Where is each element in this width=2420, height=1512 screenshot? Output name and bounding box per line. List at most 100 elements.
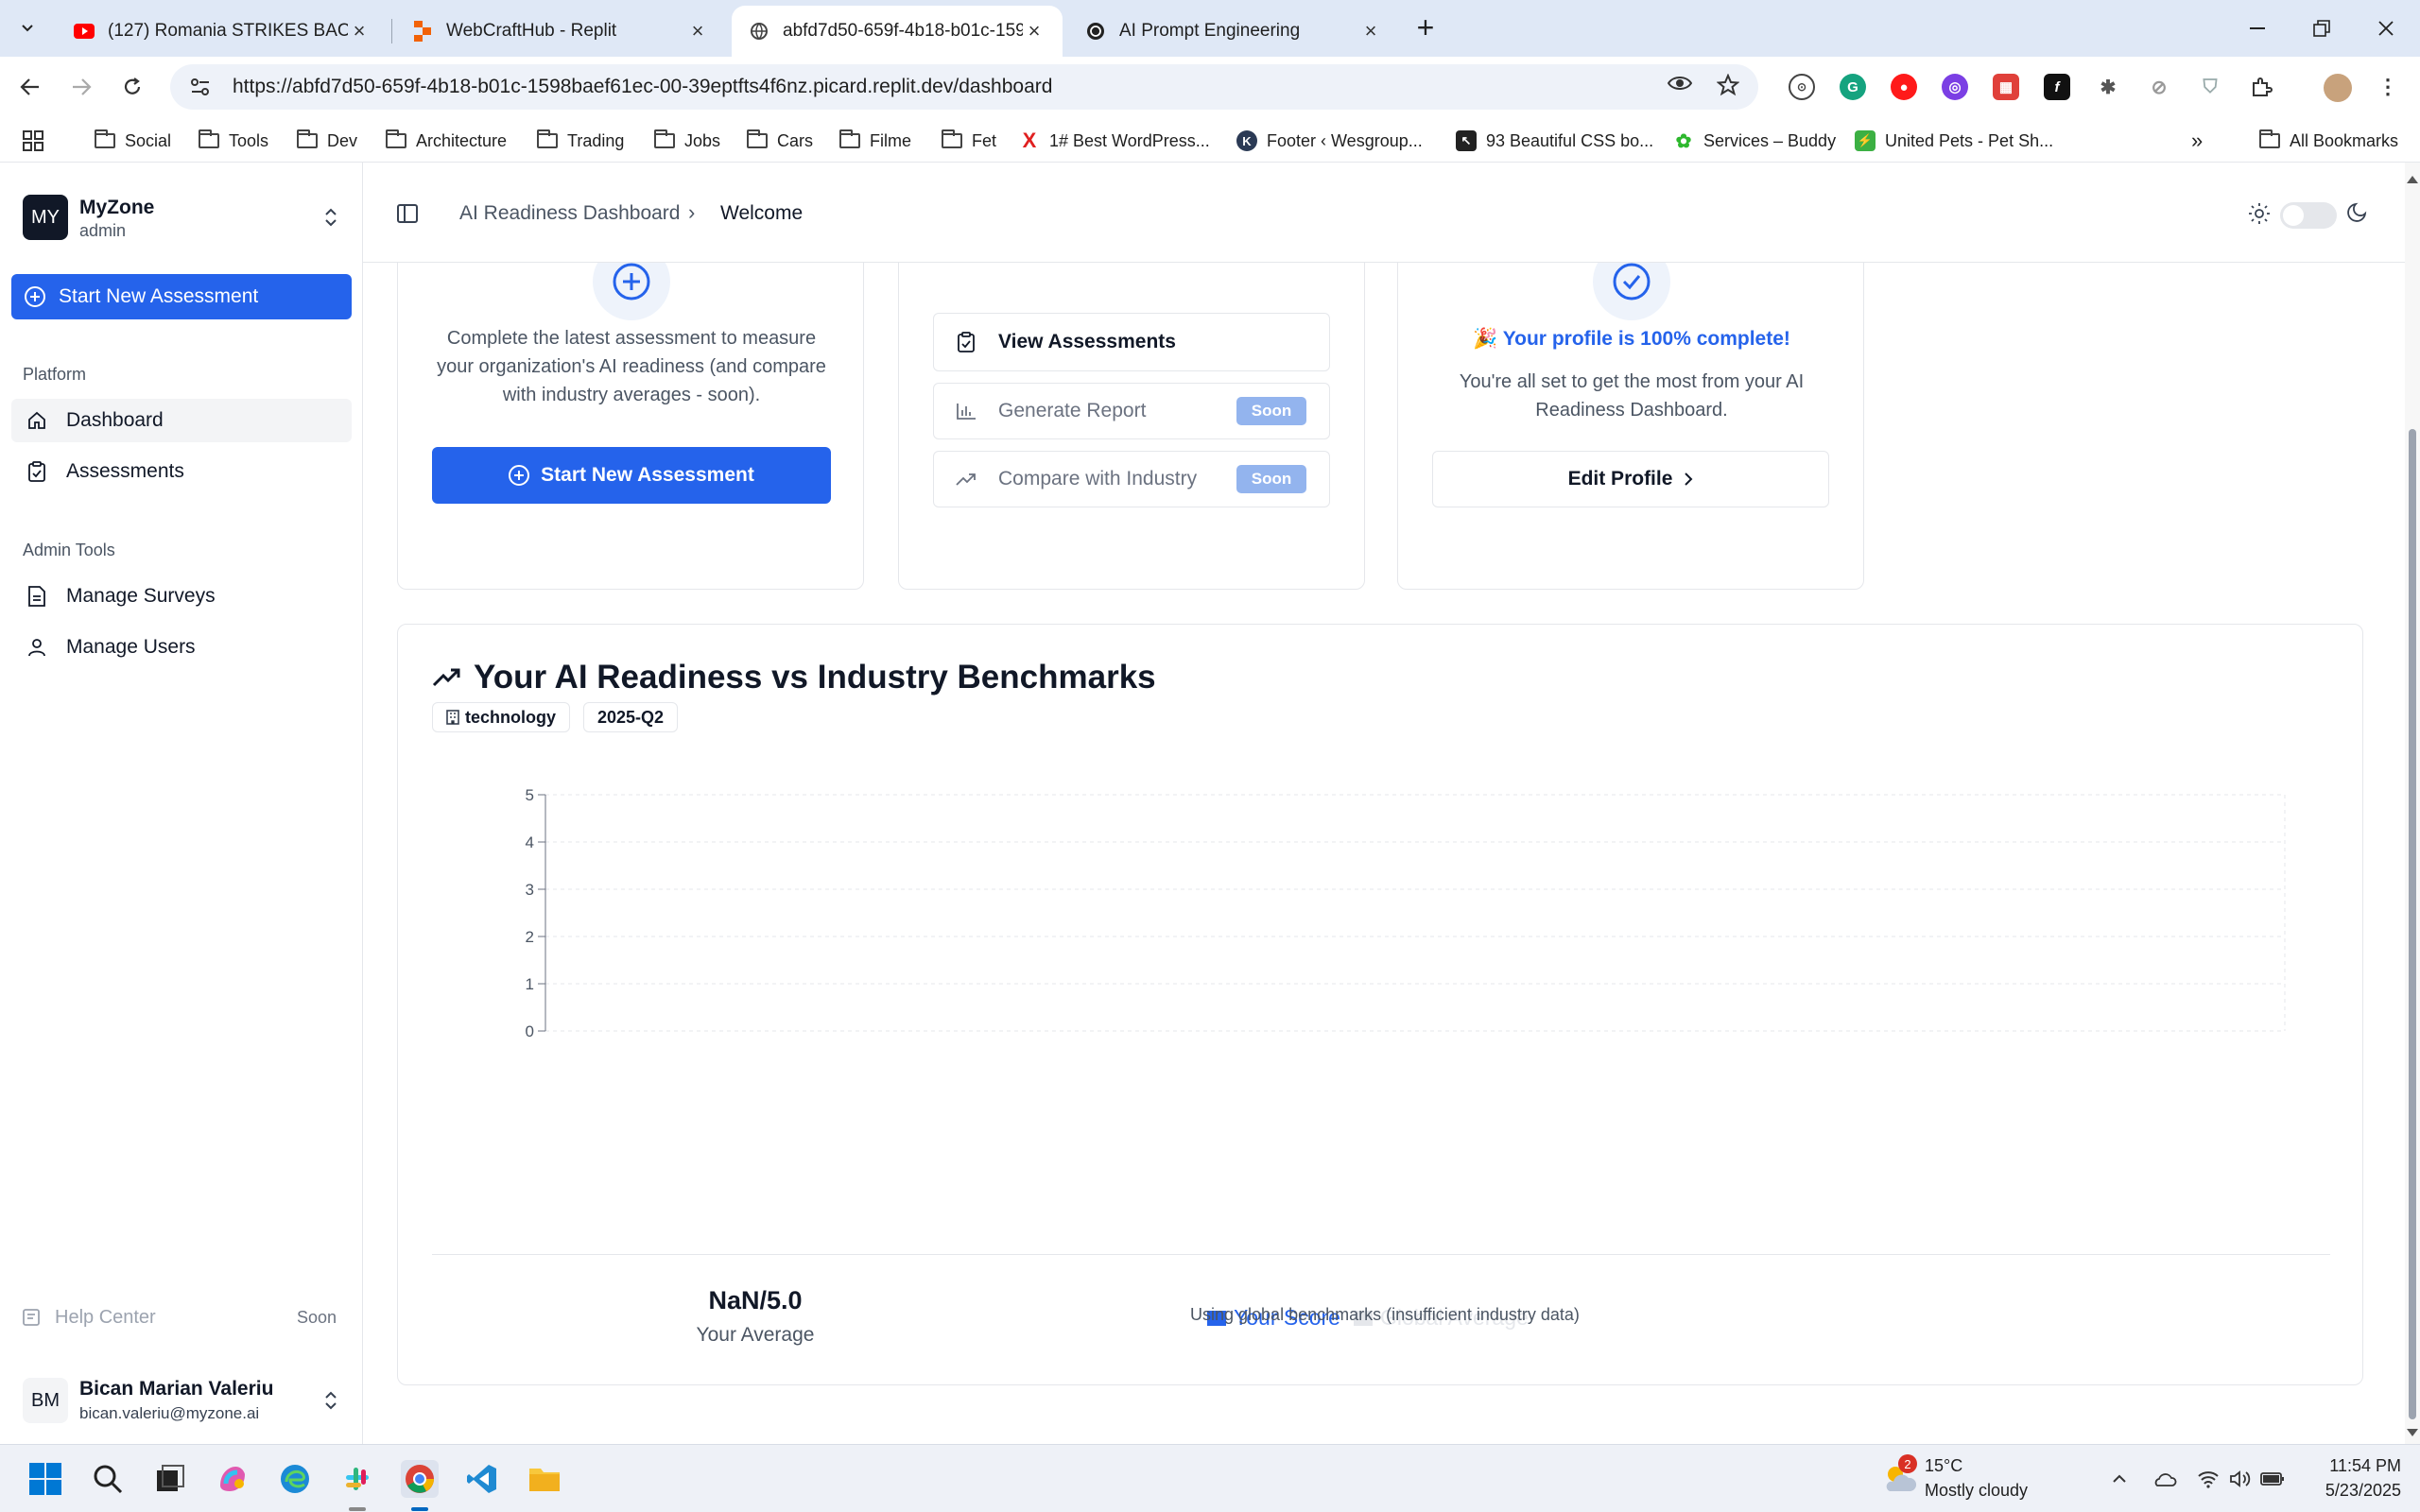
bookmark-site[interactable]: X 1# Best WordPress... [1019, 129, 1210, 153]
edit-profile-button[interactable]: Edit Profile [1432, 451, 1829, 507]
eye-icon[interactable] [1667, 74, 1693, 101]
wifi-icon[interactable] [2195, 1466, 2221, 1492]
close-tab-icon[interactable]: × [1023, 19, 1046, 43]
bookmark-label: Architecture [416, 130, 508, 150]
profile-avatar-icon[interactable] [2324, 74, 2352, 102]
chrome-icon[interactable] [401, 1460, 439, 1498]
copilot-icon[interactable] [214, 1460, 251, 1498]
tab-title: abfd7d50-659f-4b18-b01c-159... [783, 21, 1023, 41]
volume-icon[interactable] [2227, 1466, 2254, 1492]
scroll-thumb[interactable] [2409, 429, 2416, 1419]
browser-tab-active[interactable]: abfd7d50-659f-4b18-b01c-159... × [732, 6, 1063, 57]
reload-icon[interactable] [115, 70, 149, 104]
sidebar-item-manage-surveys[interactable]: Manage Surveys [11, 575, 352, 618]
tab-title: WebCraftHub - Replit [446, 21, 617, 41]
bookmark-site[interactable]: ✿ Services – Buddy [1673, 129, 1836, 153]
y-tick-label: 0 [526, 1022, 534, 1040]
clock-time[interactable]: 11:54 PM [2329, 1456, 2401, 1476]
clock-date[interactable]: 5/23/2025 [2325, 1481, 2401, 1501]
bookmark-folder[interactable]: Tools [199, 129, 268, 153]
tab-search-chevron-icon[interactable] [13, 13, 42, 42]
new-tab-button[interactable]: + [1410, 12, 1441, 43]
task-view-icon[interactable] [151, 1460, 189, 1498]
bookmarks-overflow-icon[interactable]: » [2191, 129, 2203, 153]
view-assessments-button[interactable]: View Assessments [933, 313, 1330, 371]
bookmark-label: Footer ‹ Wesgroup... [1267, 130, 1423, 150]
bookmark-label: Filme [870, 130, 911, 150]
sidebar-item-dashboard[interactable]: Dashboard [11, 399, 352, 442]
restore-icon[interactable] [2303, 11, 2341, 45]
extensions-puzzle-icon[interactable] [2248, 74, 2274, 100]
button-label: Start New Assessment [59, 285, 259, 307]
fonts-ext-icon[interactable]: f [2044, 74, 2070, 100]
all-bookmarks-button[interactable]: All Bookmarks [2259, 129, 2398, 153]
address-bar[interactable]: https://abfd7d50-659f-4b18-b01c-1598baef… [170, 64, 1758, 110]
wesgroup-icon: K [1236, 130, 1257, 151]
chevron-up-icon[interactable] [2106, 1466, 2133, 1492]
scroll-up-arrow[interactable] [2407, 176, 2418, 183]
compass-ext-icon[interactable]: ⊘ [2146, 74, 2172, 100]
org-switcher[interactable]: MY MyZone admin [23, 195, 344, 248]
adblock-icon[interactable]: ● [1891, 74, 1917, 100]
onedrive-cloud-icon[interactable] [2152, 1466, 2178, 1492]
sidebar-item-assessments[interactable]: Assessments [11, 450, 352, 493]
color-picker-icon[interactable]: ◎ [1942, 74, 1968, 100]
user-menu[interactable]: BM Bican Marian Valeriu bican.valeriu@my… [23, 1374, 344, 1427]
bookmark-folder[interactable]: Jobs [654, 129, 720, 153]
bookmark-folder[interactable]: Trading [537, 129, 624, 153]
close-tab-icon[interactable]: × [1359, 19, 1382, 43]
bug-ext-icon[interactable]: ✱ [2095, 74, 2121, 100]
bookmark-star-icon[interactable] [1716, 73, 1740, 101]
grammarly-icon[interactable]: G [1840, 74, 1866, 100]
browser-tab[interactable]: WebCraftHub - Replit × [395, 6, 726, 57]
sidebar-toggle-icon[interactable] [397, 204, 418, 223]
breadcrumb-parent[interactable]: AI Readiness Dashboard [459, 202, 680, 225]
search-icon[interactable] [89, 1460, 127, 1498]
battery-icon[interactable] [2259, 1466, 2286, 1492]
browser-tab[interactable]: (127) Romania STRIKES BACK... × [57, 6, 388, 57]
sidebar-start-assessment-button[interactable]: Start New Assessment [11, 274, 352, 319]
kebab-menu-icon[interactable]: ⋮ [2375, 74, 2401, 100]
sidebar-item-manage-users[interactable]: Manage Users [11, 626, 352, 669]
vscode-icon[interactable] [463, 1460, 501, 1498]
bookmark-folder[interactable]: Social [95, 129, 171, 153]
bookmark-folder[interactable]: Fet [942, 129, 996, 153]
apps-grid-icon[interactable] [23, 129, 43, 153]
close-window-icon[interactable] [2367, 11, 2405, 45]
bookmark-site[interactable]: ↖ 93 Beautiful CSS bo... [1456, 129, 1653, 153]
trending-up-icon [955, 468, 977, 490]
screenshot-ext-icon[interactable]: ▦ [1993, 74, 2019, 100]
edge-icon[interactable] [276, 1460, 314, 1498]
bookmark-folder[interactable]: Dev [297, 129, 357, 153]
extension-icon[interactable]: ⊙ [1789, 74, 1815, 100]
shield-ext-icon[interactable]: ⛉ [2197, 74, 2223, 100]
bookmark-site[interactable]: K Footer ‹ Wesgroup... [1236, 129, 1423, 153]
bookmark-folder[interactable]: Architecture [386, 129, 507, 153]
bookmark-folder[interactable]: Cars [747, 129, 813, 153]
folder-icon [95, 129, 115, 148]
windows-start-icon[interactable] [26, 1460, 64, 1498]
close-tab-icon[interactable]: × [686, 19, 709, 43]
site-settings-icon[interactable] [182, 77, 219, 96]
title-text: Your AI Readiness vs Industry Benchmarks [474, 659, 1156, 696]
start-new-assessment-button[interactable]: Start New Assessment [432, 447, 831, 504]
bookmark-label: Trading [567, 130, 625, 150]
forward-icon[interactable] [64, 70, 98, 104]
average-score-label: Your Average [696, 1324, 815, 1346]
tag-label: 2025-Q2 [597, 707, 665, 727]
folder-icon [839, 129, 860, 148]
browser-tab[interactable]: AI Prompt Engineering × [1068, 6, 1399, 57]
bookmark-folder[interactable]: Filme [839, 129, 911, 153]
page-scrollbar[interactable] [2405, 163, 2420, 1444]
weather-alert-badge: 2 [1898, 1454, 1917, 1473]
file-explorer-icon[interactable] [526, 1460, 563, 1498]
theme-toggle[interactable] [2280, 202, 2337, 229]
user-email: bican.valeriu@myzone.ai [79, 1404, 260, 1422]
bookmark-label: All Bookmarks [2290, 130, 2399, 150]
scroll-down-arrow[interactable] [2407, 1429, 2418, 1436]
close-tab-icon[interactable]: × [348, 19, 371, 43]
slack-icon[interactable] [338, 1460, 376, 1498]
minimize-icon[interactable] [2238, 11, 2276, 45]
back-icon[interactable] [13, 70, 47, 104]
bookmark-site[interactable]: ⚡ United Pets - Pet Sh... [1855, 129, 2053, 153]
